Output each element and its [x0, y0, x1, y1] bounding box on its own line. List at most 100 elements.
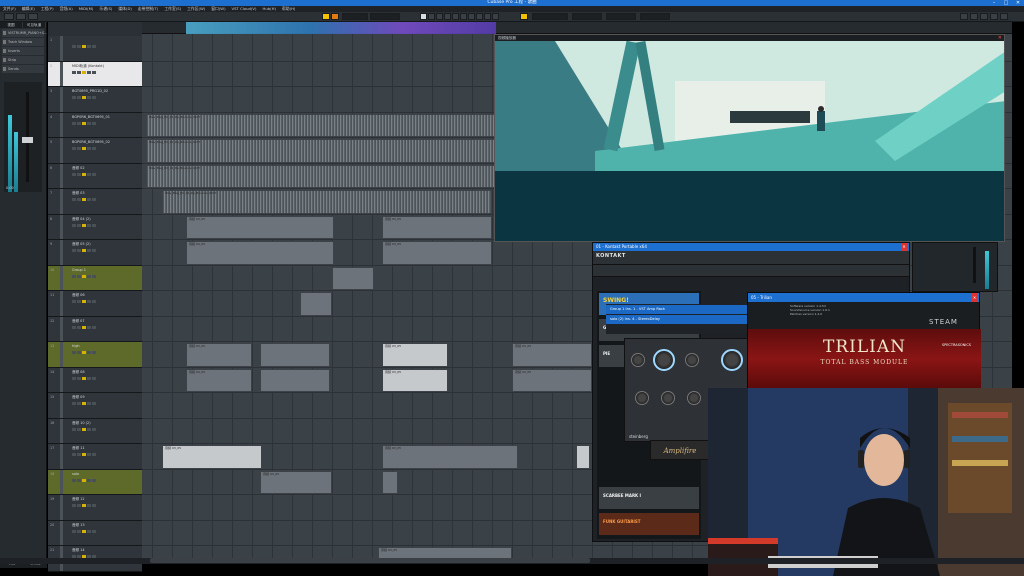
monitor-button[interactable]: [92, 402, 96, 405]
mute-button[interactable]: [72, 96, 76, 99]
track-name[interactable]: 音频 06: [72, 293, 85, 298]
track-name[interactable]: 音频 12: [72, 497, 85, 502]
audio-event[interactable]: 音频 03_05: [382, 343, 448, 367]
mute-button[interactable]: [72, 351, 76, 354]
mute-button[interactable]: [72, 376, 76, 380]
track-name[interactable]: 音频 09: [72, 395, 85, 400]
mute-button[interactable]: [72, 427, 76, 431]
write-automation-button[interactable]: [87, 274, 91, 278]
bass-knob[interactable]: [635, 391, 649, 405]
snap-button[interactable]: [322, 13, 330, 20]
write-automation-button[interactable]: [87, 249, 91, 252]
write-automation-button[interactable]: [87, 300, 91, 303]
read-automation-button[interactable]: [82, 402, 86, 405]
solo-button[interactable]: [77, 249, 81, 252]
draw-tool[interactable]: [484, 13, 491, 20]
monitor-button[interactable]: [92, 147, 96, 150]
read-automation-button[interactable]: [82, 427, 86, 431]
audio-event[interactable]: Wav_Bag_PC_01_Ra_Bounce_0077: [146, 164, 496, 188]
mute-button[interactable]: [72, 70, 76, 74]
write-automation-button[interactable]: [87, 198, 91, 201]
write-automation-button[interactable]: [87, 402, 91, 405]
monitor-button[interactable]: [92, 478, 96, 482]
track-color-strip[interactable]: [60, 138, 63, 163]
monitor-button[interactable]: [92, 325, 96, 329]
grid-type-field[interactable]: [572, 13, 602, 20]
loop-range[interactable]: [186, 22, 496, 34]
glue-tool[interactable]: [444, 13, 451, 20]
solo-button[interactable]: [77, 147, 81, 150]
audio-event[interactable]: [260, 368, 330, 392]
snap-on-button[interactable]: [520, 13, 528, 20]
track-header[interactable]: 19 音频 12: [48, 495, 142, 521]
audio-event[interactable]: 音频 03_05: [186, 368, 252, 392]
mute-button[interactable]: [72, 478, 76, 482]
track-header[interactable]: 8 音频 04 (2): [48, 214, 142, 240]
read-automation-button[interactable]: [82, 351, 86, 354]
right-zone-button[interactable]: [990, 13, 998, 20]
solo-button[interactable]: [77, 427, 81, 431]
solo-button[interactable]: [77, 325, 81, 329]
read-automation-button[interactable]: [82, 223, 86, 227]
monitor-button[interactable]: [92, 504, 96, 507]
solo-button[interactable]: [77, 96, 81, 99]
track-header[interactable]: 14 音频 08: [48, 367, 142, 393]
track-color-strip[interactable]: [60, 265, 63, 290]
track-color-strip[interactable]: [60, 36, 63, 61]
audio-event[interactable]: 音频 03_05: [512, 343, 592, 367]
write-automation-button[interactable]: [87, 70, 91, 74]
split-tool[interactable]: [436, 13, 443, 20]
drive-knob[interactable]: [653, 349, 675, 371]
record-mode-button[interactable]: [331, 13, 339, 20]
write-automation-button[interactable]: [87, 172, 91, 176]
mute-button[interactable]: [72, 402, 76, 405]
track-color-strip[interactable]: [60, 367, 63, 392]
monitor-button[interactable]: [92, 223, 96, 227]
track-name[interactable]: BGP0R6_BGT0695_01: [72, 115, 110, 119]
monitor-button[interactable]: [92, 198, 96, 201]
write-automation-button[interactable]: [87, 478, 91, 482]
track-name[interactable]: 音频 14: [72, 548, 85, 553]
solo-button[interactable]: [77, 376, 81, 380]
mute-button[interactable]: [72, 249, 76, 252]
track-name[interactable]: 音频 11: [72, 446, 85, 451]
mute-button[interactable]: [72, 529, 76, 533]
volume-knob[interactable]: [721, 349, 743, 371]
mute-button[interactable]: [72, 453, 76, 456]
left-zone-button[interactable]: [970, 13, 978, 20]
read-automation-button[interactable]: [82, 172, 86, 176]
treble-knob[interactable]: [687, 391, 701, 405]
track-color-strip[interactable]: [60, 316, 63, 341]
track-header[interactable]: 13 high: [48, 342, 142, 368]
insert-slot-amp-rack[interactable]: Group 1 Ins. 1 - VST Amp Rack: [606, 305, 748, 314]
solo-button[interactable]: [77, 121, 81, 125]
mute-button[interactable]: [72, 147, 76, 150]
mute-button[interactable]: [72, 198, 76, 201]
write-automation-button[interactable]: [87, 351, 91, 354]
track-header[interactable]: 17 音频 11: [48, 444, 142, 470]
track-color-strip[interactable]: [60, 240, 63, 265]
track-color-strip[interactable]: [60, 87, 63, 112]
quantize-field[interactable]: [606, 13, 636, 20]
track-color-strip[interactable]: [60, 112, 63, 137]
audio-event[interactable]: 音频 03_05: [512, 368, 592, 392]
autoscroll-field[interactable]: [342, 13, 368, 20]
write-automation-button[interactable]: [87, 45, 91, 48]
audio-event[interactable]: Wav_Bag_PC_01_Ra_Bounce_0077: [162, 190, 492, 214]
mute-button[interactable]: [72, 300, 76, 303]
read-automation-button[interactable]: [82, 376, 86, 380]
read-automation-button[interactable]: [82, 147, 86, 150]
monitor-button[interactable]: [92, 70, 96, 74]
mid-knob[interactable]: [661, 391, 675, 405]
mute-button[interactable]: [72, 223, 76, 227]
write-automation-button[interactable]: [87, 504, 91, 507]
timeline-ruler[interactable]: [142, 22, 1012, 34]
audio-event[interactable]: 音频 03_05: [162, 445, 262, 469]
solo-button[interactable]: [77, 274, 81, 278]
track-name[interactable]: high: [72, 344, 80, 348]
track-header[interactable]: 4 BGP0R6_BGT0695_01: [48, 112, 142, 138]
insert-slot-stereo-delay[interactable]: solo (2) Ins. 4 - StereoDelay: [606, 315, 748, 324]
read-automation-button[interactable]: [82, 325, 86, 329]
read-automation-button[interactable]: [82, 45, 86, 48]
track-header[interactable]: 7 音频 03: [48, 189, 142, 215]
